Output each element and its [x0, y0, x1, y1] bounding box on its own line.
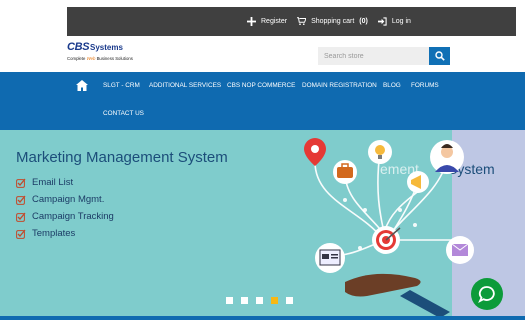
header: CBS Systems Complete Web Business Soluti… — [0, 36, 525, 72]
chat-icon — [478, 286, 495, 303]
search-input[interactable] — [318, 47, 429, 65]
feature-item: Campaign Tracking — [16, 208, 114, 225]
webpage-icon — [315, 243, 345, 273]
bottom-strip — [0, 316, 525, 320]
checkbox-icon — [16, 178, 26, 188]
home-icon[interactable] — [76, 80, 88, 91]
search-button[interactable] — [429, 47, 450, 65]
register-link[interactable]: Register — [247, 17, 287, 26]
logo-tagline: Complete Web Business Solutions — [67, 56, 133, 61]
checkbox-icon — [16, 212, 26, 222]
plus-icon — [247, 17, 256, 26]
lightbulb-icon — [368, 140, 392, 164]
page: Register Shopping cart (0) Log in CBS Sy… — [0, 0, 525, 320]
slider-dot[interactable] — [286, 297, 293, 304]
feature-label: Email List — [32, 177, 74, 188]
logo[interactable]: CBS Systems Complete Web Business Soluti… — [67, 41, 162, 65]
location-pin-icon — [304, 138, 326, 166]
main-nav: SLGT - CRM ADDITIONAL SERVICES CBS NOP C… — [0, 72, 525, 130]
slider-dot[interactable] — [256, 297, 263, 304]
nav-item-domain-registration[interactable]: DOMAIN REGISTRATION — [302, 82, 377, 89]
cart-count: (0) — [359, 18, 368, 25]
logo-cbs-text: CBS — [67, 41, 90, 53]
login-link[interactable]: Log in — [377, 17, 411, 26]
nav-item-forums[interactable]: FORUMS — [411, 82, 439, 89]
feature-item: Campaign Mgmt. — [16, 191, 114, 208]
register-label: Register — [261, 18, 288, 25]
slider-dot[interactable] — [226, 297, 233, 304]
nav-item-slgt-crm[interactable]: SLGT - CRM — [103, 82, 140, 89]
cart-icon — [297, 17, 307, 26]
nav-item-contact-us[interactable]: CONTACT US — [103, 110, 144, 117]
login-icon — [377, 17, 387, 26]
feature-item: Email List — [16, 174, 114, 191]
feature-list: Email List Campaign Mgmt. Campaign Track… — [16, 174, 114, 242]
feature-item: Templates — [16, 225, 114, 242]
feature-label: Templates — [32, 228, 76, 239]
search-box — [318, 47, 450, 65]
hero-title: Marketing Management System — [16, 149, 228, 166]
top-links: Register Shopping cart (0) Log in — [247, 17, 411, 26]
briefcase-icon — [333, 160, 357, 184]
login-label: Log in — [391, 18, 411, 25]
logo-systems-text: Systems — [90, 43, 123, 52]
logo-tag-suffix: Business Solutions — [96, 56, 133, 61]
slider-pagination — [226, 297, 293, 304]
feature-label: Campaign Mgmt. — [32, 194, 105, 205]
top-bar: Register Shopping cart (0) Log in — [0, 0, 525, 36]
mail-icon — [446, 236, 474, 264]
search-icon — [434, 51, 445, 61]
target-icon — [372, 226, 401, 254]
shopping-cart-link[interactable]: Shopping cart (0) — [297, 17, 368, 26]
logo-tag-highlight: Web — [86, 56, 96, 61]
hand-icon — [345, 273, 450, 316]
feature-label: Campaign Tracking — [32, 211, 114, 222]
slider-dot-active[interactable] — [271, 297, 278, 304]
top-bar-inner: Register Shopping cart (0) Log in — [67, 0, 516, 36]
hero-slider[interactable]: ement System Marketing Management System… — [0, 130, 525, 316]
slider-dot[interactable] — [241, 297, 248, 304]
nav-item-blog[interactable]: BLOG — [383, 82, 401, 89]
checkbox-icon — [16, 229, 26, 239]
chat-button[interactable] — [471, 278, 503, 310]
businessman-avatar-icon — [430, 140, 464, 174]
nav-item-additional-services[interactable]: ADDITIONAL SERVICES — [149, 82, 221, 89]
checkbox-icon — [16, 195, 26, 205]
megaphone-icon — [407, 171, 429, 193]
shopping-cart-label: Shopping cart — [311, 18, 355, 25]
nav-item-cbs-nop-commerce[interactable]: CBS NOP COMMERCE — [227, 82, 295, 89]
logo-tag-prefix: Complete — [67, 56, 86, 61]
